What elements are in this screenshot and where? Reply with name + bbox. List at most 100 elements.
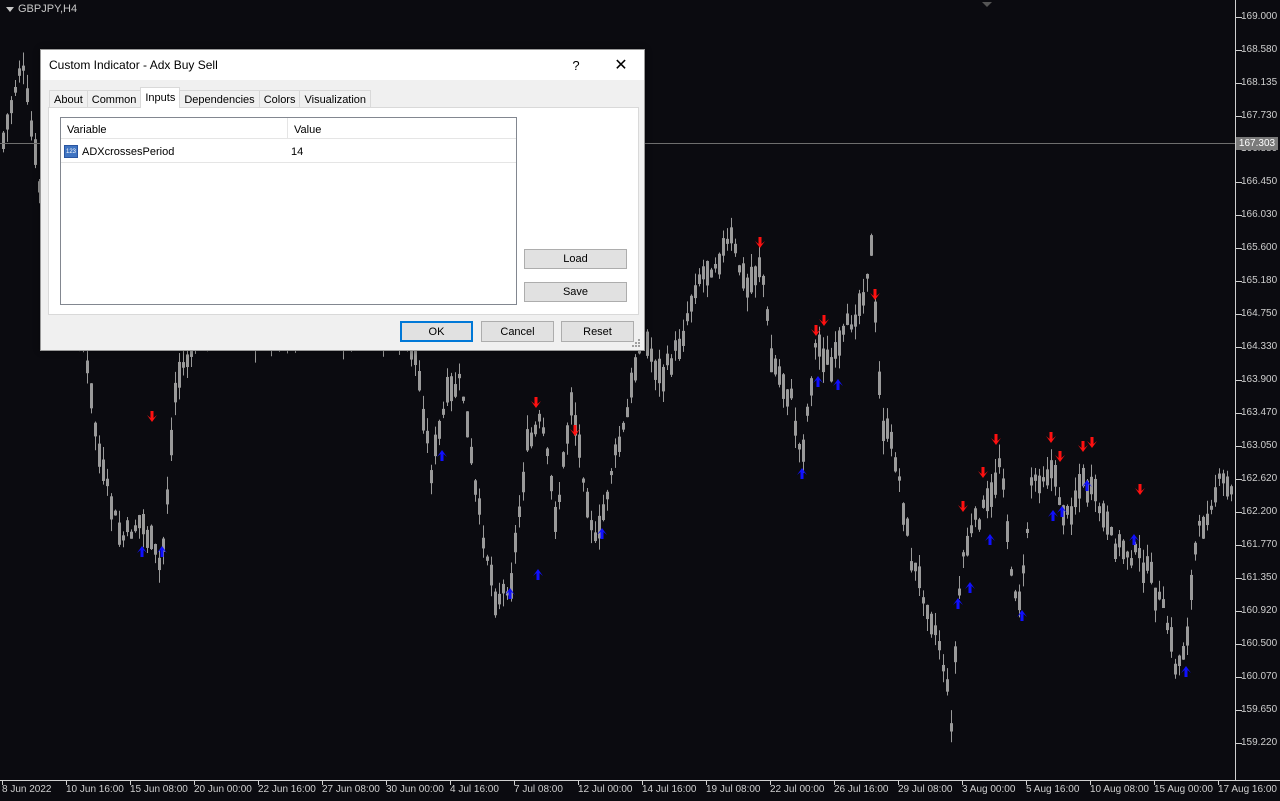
candle-body <box>678 338 681 359</box>
candle-body <box>1110 526 1113 536</box>
candle-body <box>746 277 749 298</box>
candle-body <box>6 114 9 130</box>
candle-body <box>586 491 589 518</box>
candle-body <box>170 429 173 456</box>
price-label: 160.920 <box>1241 605 1278 616</box>
candle-body <box>142 513 145 535</box>
candle-body <box>526 429 529 451</box>
column-header-variable[interactable]: Variable <box>61 118 288 139</box>
tab-colors[interactable]: Colors <box>258 90 301 108</box>
tab-about[interactable]: About <box>49 90 88 108</box>
candle-body <box>458 373 461 379</box>
candle-body <box>538 413 541 422</box>
candle-body <box>802 439 805 462</box>
dialog-titlebar[interactable]: Custom Indicator - Adx Buy Sell ? ✕ <box>41 50 644 80</box>
candle-body <box>1198 520 1201 526</box>
help-button[interactable]: ? <box>563 50 589 80</box>
candle-body <box>878 371 881 395</box>
candle-body <box>918 566 921 589</box>
candle-body <box>966 535 969 556</box>
candle-body <box>10 100 13 114</box>
sell-arrow-icon <box>147 411 157 422</box>
time-label: 29 Jul 08:00 <box>898 784 953 795</box>
resize-grip-icon[interactable] <box>631 338 641 348</box>
candle-body <box>1166 622 1169 631</box>
tab-common[interactable]: Common <box>86 90 142 108</box>
time-label: 14 Jul 16:00 <box>642 784 697 795</box>
candle-body <box>126 520 129 533</box>
cancel-button[interactable]: Cancel <box>481 321 554 342</box>
candle-body <box>482 537 485 549</box>
custom-indicator-dialog: Custom Indicator - Adx Buy Sell ? ✕ Abou… <box>40 49 645 351</box>
value-cell[interactable]: 14 <box>291 141 303 162</box>
candle-body <box>766 309 769 321</box>
price-label: 168.135 <box>1241 77 1278 88</box>
candle-body <box>1174 663 1177 675</box>
candle-body <box>122 535 125 541</box>
time-label: 10 Aug 08:00 <box>1090 784 1149 795</box>
candle-body <box>582 478 585 483</box>
candle-body <box>658 358 661 384</box>
candle-body <box>154 544 157 555</box>
candle-body <box>858 293 861 316</box>
candle-body <box>418 371 421 391</box>
variable-name-cell: ADXcrossesPeriod <box>82 146 175 158</box>
price-label: 165.600 <box>1241 242 1278 253</box>
candle-body <box>446 376 449 403</box>
column-header-value[interactable]: Value <box>288 118 516 139</box>
candle-body <box>98 443 101 467</box>
candle-body <box>106 478 109 487</box>
close-button[interactable]: ✕ <box>606 50 636 80</box>
buy-arrow-icon <box>437 450 447 461</box>
reset-button[interactable]: Reset <box>561 321 634 342</box>
candle-body <box>542 427 545 434</box>
candle-body <box>26 88 29 103</box>
candle-body <box>18 68 21 76</box>
candle-body <box>1114 543 1117 560</box>
candle-body <box>922 597 925 604</box>
candle-body <box>774 358 777 375</box>
candle-body <box>1126 551 1129 558</box>
candle-body <box>166 489 169 505</box>
candle-body <box>1218 473 1221 479</box>
symbol-text: GBPJPY,H4 <box>18 3 78 15</box>
time-label: 26 Jul 16:00 <box>834 784 889 795</box>
table-row[interactable]: 123 ADXcrossesPeriod 14 <box>61 141 516 163</box>
price-label: 168.580 <box>1241 44 1278 55</box>
candle-body <box>714 263 717 269</box>
buy-arrow-icon <box>953 598 963 609</box>
tab-visualization[interactable]: Visualization <box>299 90 372 108</box>
candle-body <box>1006 521 1009 543</box>
sell-arrow-icon <box>958 501 968 512</box>
candle-body <box>454 384 457 397</box>
candle-body <box>906 518 909 536</box>
candle-body <box>926 604 929 620</box>
candle-body <box>982 499 985 508</box>
candle-body <box>570 392 573 416</box>
candle-body <box>622 422 625 430</box>
tab-dependencies[interactable]: Dependencies <box>179 90 260 108</box>
candle-body <box>158 557 161 571</box>
shift-marker-icon[interactable] <box>982 2 992 7</box>
candle-body <box>1070 506 1073 525</box>
candle-body <box>818 334 821 357</box>
time-label: 20 Jun 00:00 <box>194 784 252 795</box>
candle-body <box>1226 476 1229 497</box>
candle-body <box>1002 478 1005 490</box>
dialog-title: Custom Indicator - Adx Buy Sell <box>49 58 218 72</box>
candle-body <box>890 431 893 449</box>
price-label: 162.620 <box>1241 473 1278 484</box>
sell-arrow-icon <box>1055 451 1065 462</box>
save-button[interactable]: Save <box>524 282 627 302</box>
ok-button[interactable]: OK <box>400 321 473 342</box>
load-button[interactable]: Load <box>524 249 627 269</box>
candle-body <box>674 340 677 351</box>
candle-body <box>990 482 993 507</box>
symbol-label[interactable]: GBPJPY,H4 <box>6 3 77 15</box>
candle-body <box>850 324 853 330</box>
candle-body <box>1210 505 1213 510</box>
time-axis[interactable]: 8 Jun 2022 10 Jun 16:00 15 Jun 08:00 20 Jun… <box>0 780 1280 801</box>
candle-body <box>750 266 753 293</box>
price-axis[interactable]: 169.000168.580168.135167.730166.880166.4… <box>1235 0 1280 780</box>
tab-inputs[interactable]: Inputs <box>140 87 181 108</box>
